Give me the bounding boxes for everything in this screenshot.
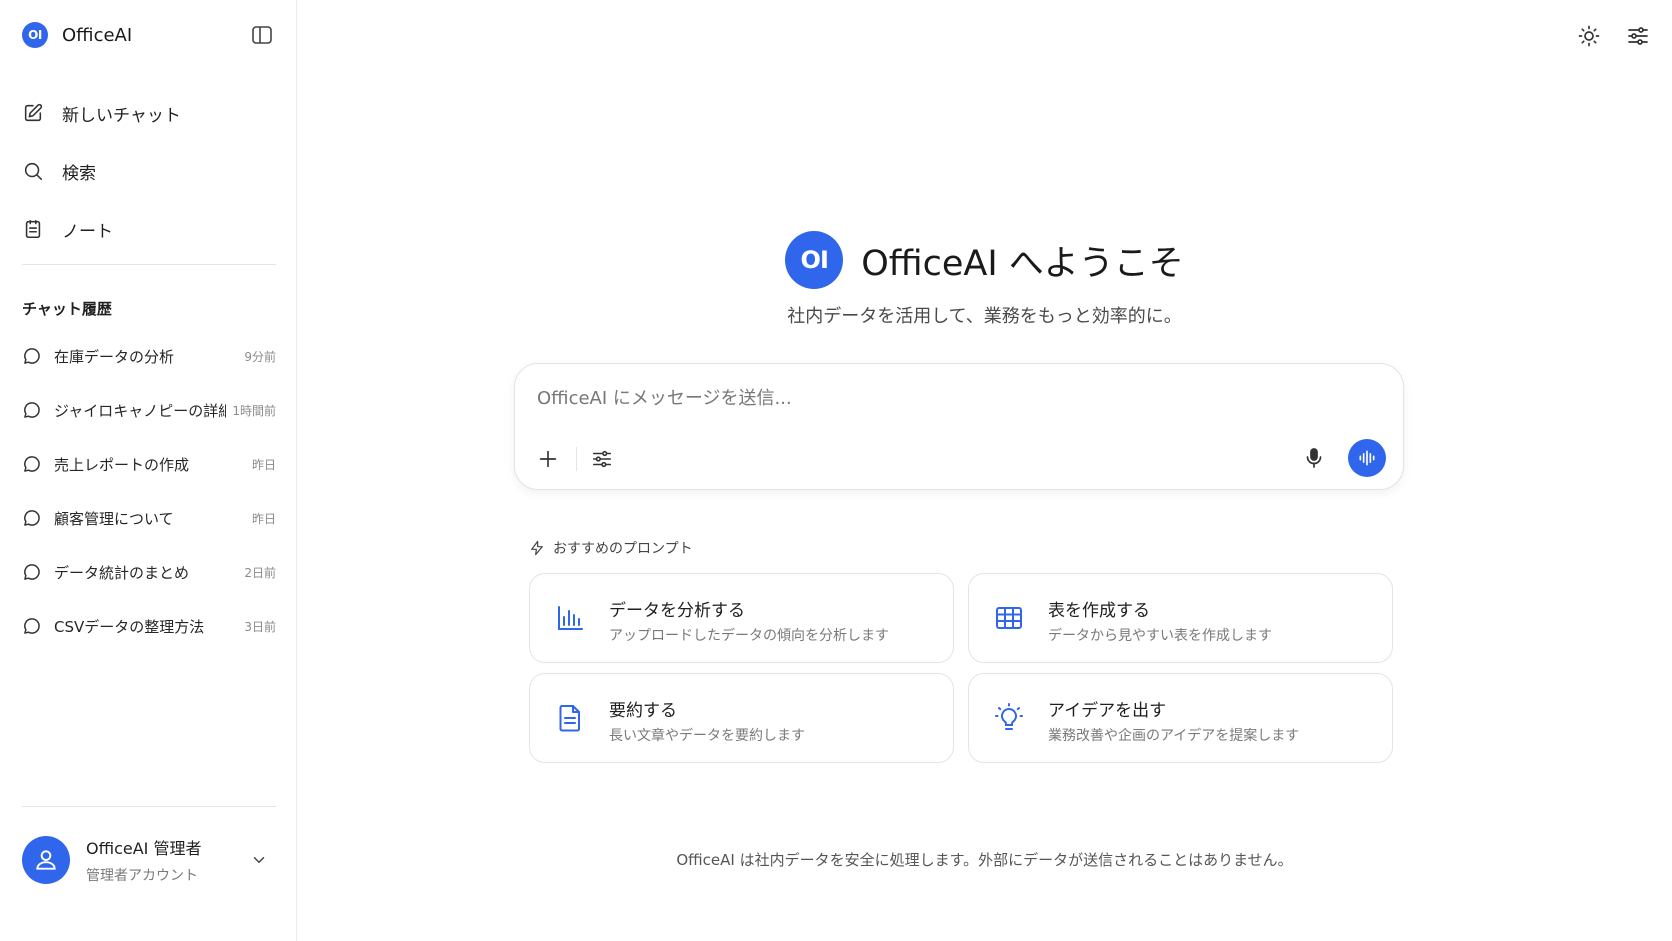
nav-label: ノート — [62, 221, 113, 242]
history-time: 1時間前 — [232, 403, 276, 418]
chat-bubble-icon — [22, 616, 42, 636]
nav-new-chat[interactable]: 新しいチャット — [22, 84, 276, 142]
recommended-title: おすすめのプロンプト — [553, 541, 693, 557]
history-item[interactable]: データ統計のまとめ 2日前 — [22, 545, 276, 599]
history-item[interactable]: 売上レポートの作成 昨日 — [22, 437, 276, 491]
chat-bubble-icon — [22, 562, 42, 582]
voice-mode-button[interactable] — [1348, 439, 1386, 477]
prompt-card-ideas[interactable]: アイデアを出す 業務改善や企画のアイデアを提案します — [968, 673, 1393, 763]
sidebar-divider — [22, 806, 276, 807]
microphone-icon[interactable] — [1301, 445, 1327, 471]
history-label: 売上レポートの作成 — [54, 455, 190, 474]
document-icon — [554, 702, 586, 734]
history-label: データ統計のまとめ — [54, 563, 190, 582]
card-title: アイデアを出す — [1048, 701, 1167, 721]
recommended-header: おすすめのプロンプト — [529, 538, 693, 558]
history-item[interactable]: ジャイロキャノピーの詳細 1時間前 — [22, 383, 276, 437]
history-item[interactable]: CSVデータの整理方法 3日前 — [22, 599, 276, 653]
settings-sliders-icon[interactable] — [1626, 24, 1650, 48]
audio-waveform-icon — [1357, 448, 1377, 468]
nav-search[interactable]: 検索 — [22, 142, 276, 200]
brand-logo: OI — [22, 22, 48, 48]
message-input[interactable] — [537, 388, 1337, 409]
history-time: 昨日 — [251, 511, 276, 526]
card-desc: 長い文章やデータを要約します — [609, 728, 805, 744]
edit-icon — [22, 102, 44, 124]
composer-separator — [576, 447, 577, 471]
card-title: 要約する — [609, 701, 677, 721]
history-time: 昨日 — [251, 457, 276, 472]
sidebar-toggle-icon[interactable] — [250, 23, 274, 47]
chevron-down-icon[interactable] — [250, 851, 268, 869]
prompt-card-table[interactable]: 表を作成する データから見やすい表を作成します — [968, 573, 1393, 663]
chat-bubble-icon — [22, 346, 42, 366]
history-label: 在庫データの分析 — [54, 347, 175, 366]
security-note: OfficeAI は社内データを安全に処理します。外部にデータが送信されることは… — [676, 851, 1293, 869]
prompt-card-analyze[interactable]: データを分析する アップロードしたデータの傾向を分析します — [529, 573, 954, 663]
chat-history-list: 在庫データの分析 9分前 ジャイロキャノピーの詳細 1時間前 売上レポートの作成… — [22, 329, 276, 653]
history-item[interactable]: 在庫データの分析 9分前 — [22, 329, 276, 383]
hero-title: OfficeAI へようこそ — [861, 243, 1184, 284]
bar-chart-icon — [554, 602, 586, 634]
note-icon — [22, 218, 44, 240]
history-label: ジャイロキャノピーの詳細 — [54, 401, 227, 420]
sun-icon[interactable] — [1577, 24, 1601, 48]
prompt-card-summarize[interactable]: 要約する 長い文章やデータを要約します — [529, 673, 954, 763]
plus-icon[interactable] — [535, 446, 561, 472]
history-time: 9分前 — [244, 349, 276, 364]
user-role: 管理者アカウント — [86, 868, 198, 884]
user-name: OfficeAI 管理者 — [86, 839, 202, 858]
card-desc: アップロードしたデータの傾向を分析します — [609, 628, 889, 644]
sidebar: OI OfficeAI 新しいチャット 検索 ノート チャット履歴 在庫データの… — [0, 0, 297, 941]
sidebar-divider — [22, 264, 276, 265]
history-item[interactable]: 顧客管理について 昨日 — [22, 491, 276, 545]
lightbulb-icon — [993, 702, 1025, 734]
lightning-icon — [529, 540, 545, 556]
history-time: 2日前 — [244, 565, 276, 580]
sidebar-nav: 新しいチャット 検索 ノート — [22, 84, 276, 258]
history-label: CSVデータの整理方法 — [54, 617, 205, 636]
table-icon — [993, 602, 1025, 634]
card-desc: データから見やすい表を作成します — [1048, 628, 1272, 644]
chat-bubble-icon — [22, 508, 42, 528]
search-icon — [22, 160, 44, 182]
nav-notes[interactable]: ノート — [22, 200, 276, 258]
user-menu[interactable]: OfficeAI 管理者 管理者アカウント — [22, 832, 276, 888]
card-desc: 業務改善や企画のアイデアを提案します — [1048, 728, 1300, 744]
chat-bubble-icon — [22, 454, 42, 474]
nav-label: 検索 — [62, 163, 96, 184]
history-title: チャット履歴 — [22, 300, 112, 318]
brand[interactable]: OI OfficeAI — [22, 22, 132, 48]
history-label: 顧客管理について — [54, 509, 174, 528]
message-composer — [514, 363, 1404, 490]
history-time: 3日前 — [244, 619, 276, 634]
card-title: 表を作成する — [1048, 601, 1150, 621]
chat-bubble-icon — [22, 400, 42, 420]
card-title: データを分析する — [609, 601, 745, 621]
brand-name: OfficeAI — [62, 24, 133, 46]
avatar — [22, 836, 70, 884]
nav-label: 新しいチャット — [62, 105, 181, 126]
hero-subtitle: 社内データを活用して、業務をもっと効率的に。 — [787, 306, 1182, 327]
hero-logo: OI — [785, 231, 844, 289]
tools-sliders-icon[interactable] — [589, 446, 615, 472]
